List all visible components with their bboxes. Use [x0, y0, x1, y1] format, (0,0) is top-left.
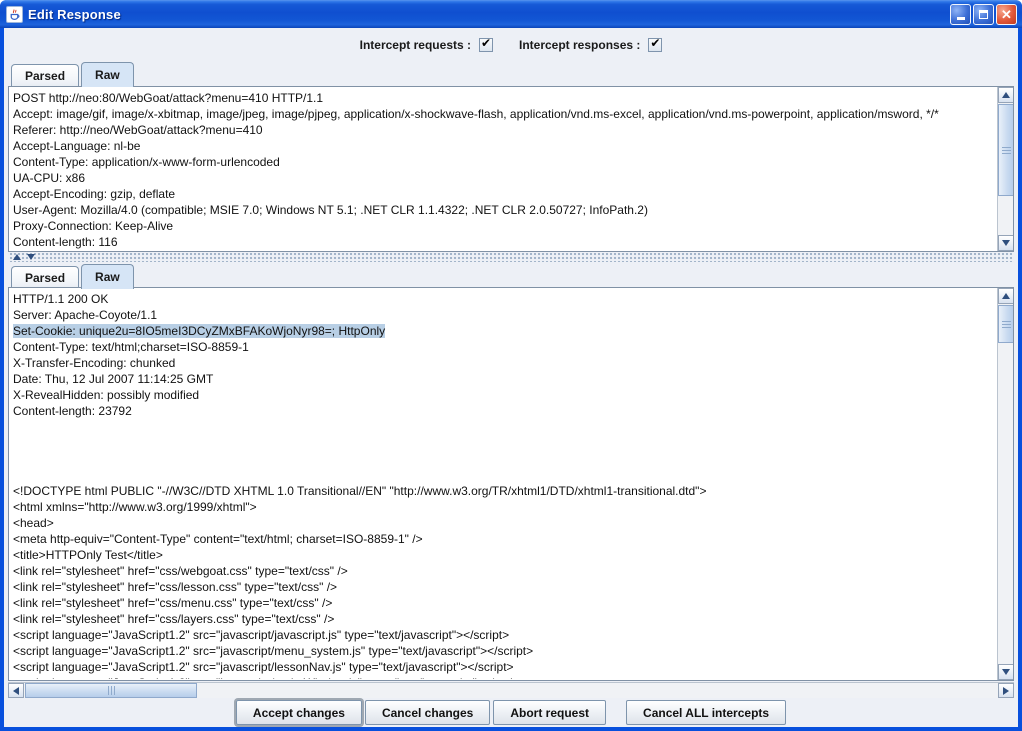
java-app-icon: [6, 6, 23, 23]
text-line: Content-length: 23792: [13, 403, 996, 419]
titlebar[interactable]: Edit Response ✕: [0, 0, 1022, 28]
selected-text: Set-Cookie: unique2u=8IO5meI3DCyZMxBFAKo…: [13, 324, 385, 338]
text-line: Referer: http://neo/WebGoat/attack?menu=…: [13, 122, 996, 138]
arrow-right-icon: [1003, 687, 1009, 695]
text-line: <script language="JavaScript1.2" src="ja…: [13, 675, 996, 679]
scroll-down-button[interactable]: [998, 235, 1014, 251]
tab-raw[interactable]: Raw: [81, 62, 134, 87]
tab-parsed[interactable]: Parsed: [11, 64, 79, 86]
text-line: Server: Apache-Coyote/1.1: [13, 307, 996, 323]
close-button[interactable]: ✕: [996, 4, 1017, 25]
text-line: Accept-Encoding: gzip, deflate: [13, 186, 996, 202]
text-line: X-RevealHidden: possibly modified: [13, 387, 996, 403]
text-line: <head>: [13, 515, 996, 531]
window-controls: ✕: [950, 4, 1017, 25]
response-textarea[interactable]: HTTP/1.1 200 OKServer: Apache-Coyote/1.1…: [10, 289, 996, 679]
text-line: <script language="JavaScript1.2" src="ja…: [13, 659, 996, 675]
text-line: Set-Cookie: unique2u=8IO5meI3DCyZMxBFAKo…: [13, 323, 996, 339]
intercept-responses-checkbox[interactable]: ✔: [648, 38, 662, 52]
text-line: <link rel="stylesheet" href="css/menu.cs…: [13, 595, 996, 611]
minimize-icon: [957, 17, 965, 20]
text-line: UA-CPU: x86: [13, 170, 996, 186]
arrow-left-icon: [13, 687, 19, 695]
text-line: Content-Type: text/html;charset=ISO-8859…: [13, 339, 996, 355]
footer-button-row: Accept changesCancel changesAbort reques…: [4, 700, 1018, 725]
split-pane-divider[interactable]: [8, 253, 1014, 262]
scrollbar-thumb[interactable]: [998, 305, 1014, 343]
text-line: X-Transfer-Encoding: chunked: [13, 355, 996, 371]
text-line: [13, 451, 996, 467]
thumb-grip-icon: [1002, 147, 1011, 154]
request-editor-viewport: POST http://neo:80/WebGoat/attack?menu=4…: [8, 86, 1014, 252]
text-line: Proxy-Connection: Keep-Alive: [13, 218, 996, 234]
minimize-button[interactable]: [950, 4, 971, 25]
arrow-up-icon: [1002, 92, 1010, 98]
scroll-right-button[interactable]: [998, 683, 1014, 698]
request-textarea[interactable]: POST http://neo:80/WebGoat/attack?menu=4…: [10, 88, 996, 250]
text-line: <link rel="stylesheet" href="css/webgoat…: [13, 563, 996, 579]
scrollbar-thumb[interactable]: [998, 104, 1014, 196]
cancel-all-intercepts-button[interactable]: Cancel ALL intercepts: [626, 700, 786, 725]
accept-changes-button[interactable]: Accept changes: [236, 700, 362, 725]
text-line: [13, 435, 996, 451]
scroll-down-button[interactable]: [998, 664, 1014, 680]
abort-request-button[interactable]: Abort request: [493, 700, 606, 725]
collapse-up-icon[interactable]: [13, 254, 21, 260]
text-line: Accept: image/gif, image/x-xbitmap, imag…: [13, 106, 996, 122]
text-line: POST http://neo:80/WebGoat/attack?menu=4…: [13, 90, 996, 106]
text-line: <meta http-equiv="Content-Type" content=…: [13, 531, 996, 547]
text-line: <html xmlns="http://www.w3.org/1999/xhtm…: [13, 499, 996, 515]
maximize-button[interactable]: [973, 4, 994, 25]
text-line: Content-Type: application/x-www-form-url…: [13, 154, 996, 170]
request-vertical-scrollbar[interactable]: [997, 87, 1013, 251]
edit-response-window: Edit Response ✕ Intercept requests : ✔ I…: [0, 0, 1022, 731]
tab-raw[interactable]: Raw: [81, 264, 134, 289]
collapse-down-icon[interactable]: [27, 254, 35, 260]
text-line: [13, 419, 996, 435]
intercept-responses-group: Intercept responses : ✔: [519, 38, 662, 52]
intercept-requests-checkbox[interactable]: ✔: [479, 38, 493, 52]
intercept-responses-label: Intercept responses :: [519, 38, 640, 52]
tab-parsed[interactable]: Parsed: [11, 266, 79, 288]
scroll-up-button[interactable]: [998, 288, 1014, 304]
check-icon: ✔: [650, 36, 660, 50]
text-line: <link rel="stylesheet" href="css/lesson.…: [13, 579, 996, 595]
text-line: <!DOCTYPE html PUBLIC "-//W3C//DTD XHTML…: [13, 483, 996, 499]
dialog-content: Intercept requests : ✔ Intercept respons…: [4, 28, 1018, 727]
response-editor-viewport: HTTP/1.1 200 OKServer: Apache-Coyote/1.1…: [8, 287, 1014, 681]
response-horizontal-scrollbar[interactable]: [8, 682, 1014, 698]
text-line: <script language="JavaScript1.2" src="ja…: [13, 627, 996, 643]
intercept-options-row: Intercept requests : ✔ Intercept respons…: [4, 32, 1018, 58]
scrollbar-thumb[interactable]: [25, 683, 197, 698]
text-line: <script language="JavaScript1.2" src="ja…: [13, 643, 996, 659]
text-line: Content-length: 116: [13, 234, 996, 250]
text-line: <title>HTTPOnly Test</title>: [13, 547, 996, 563]
response-tab-row: ParsedRaw: [8, 262, 1014, 288]
text-line: HTTP/1.1 200 OK: [13, 291, 996, 307]
maximize-icon: [979, 10, 988, 19]
check-icon: ✔: [481, 36, 491, 50]
text-line: Accept-Language: nl-be: [13, 138, 996, 154]
intercept-requests-label: Intercept requests :: [360, 38, 471, 52]
scroll-up-button[interactable]: [998, 87, 1014, 103]
response-vertical-scrollbar[interactable]: [997, 288, 1013, 680]
arrow-down-icon: [1002, 240, 1010, 246]
arrow-down-icon: [1002, 669, 1010, 675]
scroll-left-button[interactable]: [8, 683, 24, 698]
request-tab-row: ParsedRaw: [8, 60, 1014, 86]
intercept-requests-group: Intercept requests : ✔: [360, 38, 493, 52]
text-line: <link rel="stylesheet" href="css/layers.…: [13, 611, 996, 627]
window-title: Edit Response: [28, 7, 945, 22]
text-line: [13, 467, 996, 483]
cancel-changes-button[interactable]: Cancel changes: [365, 700, 490, 725]
thumb-grip-icon: [108, 686, 115, 695]
thumb-grip-icon: [1002, 321, 1011, 328]
text-line: Date: Thu, 12 Jul 2007 11:14:25 GMT: [13, 371, 996, 387]
arrow-up-icon: [1002, 293, 1010, 299]
close-icon: ✕: [1001, 8, 1012, 21]
text-line: User-Agent: Mozilla/4.0 (compatible; MSI…: [13, 202, 996, 218]
